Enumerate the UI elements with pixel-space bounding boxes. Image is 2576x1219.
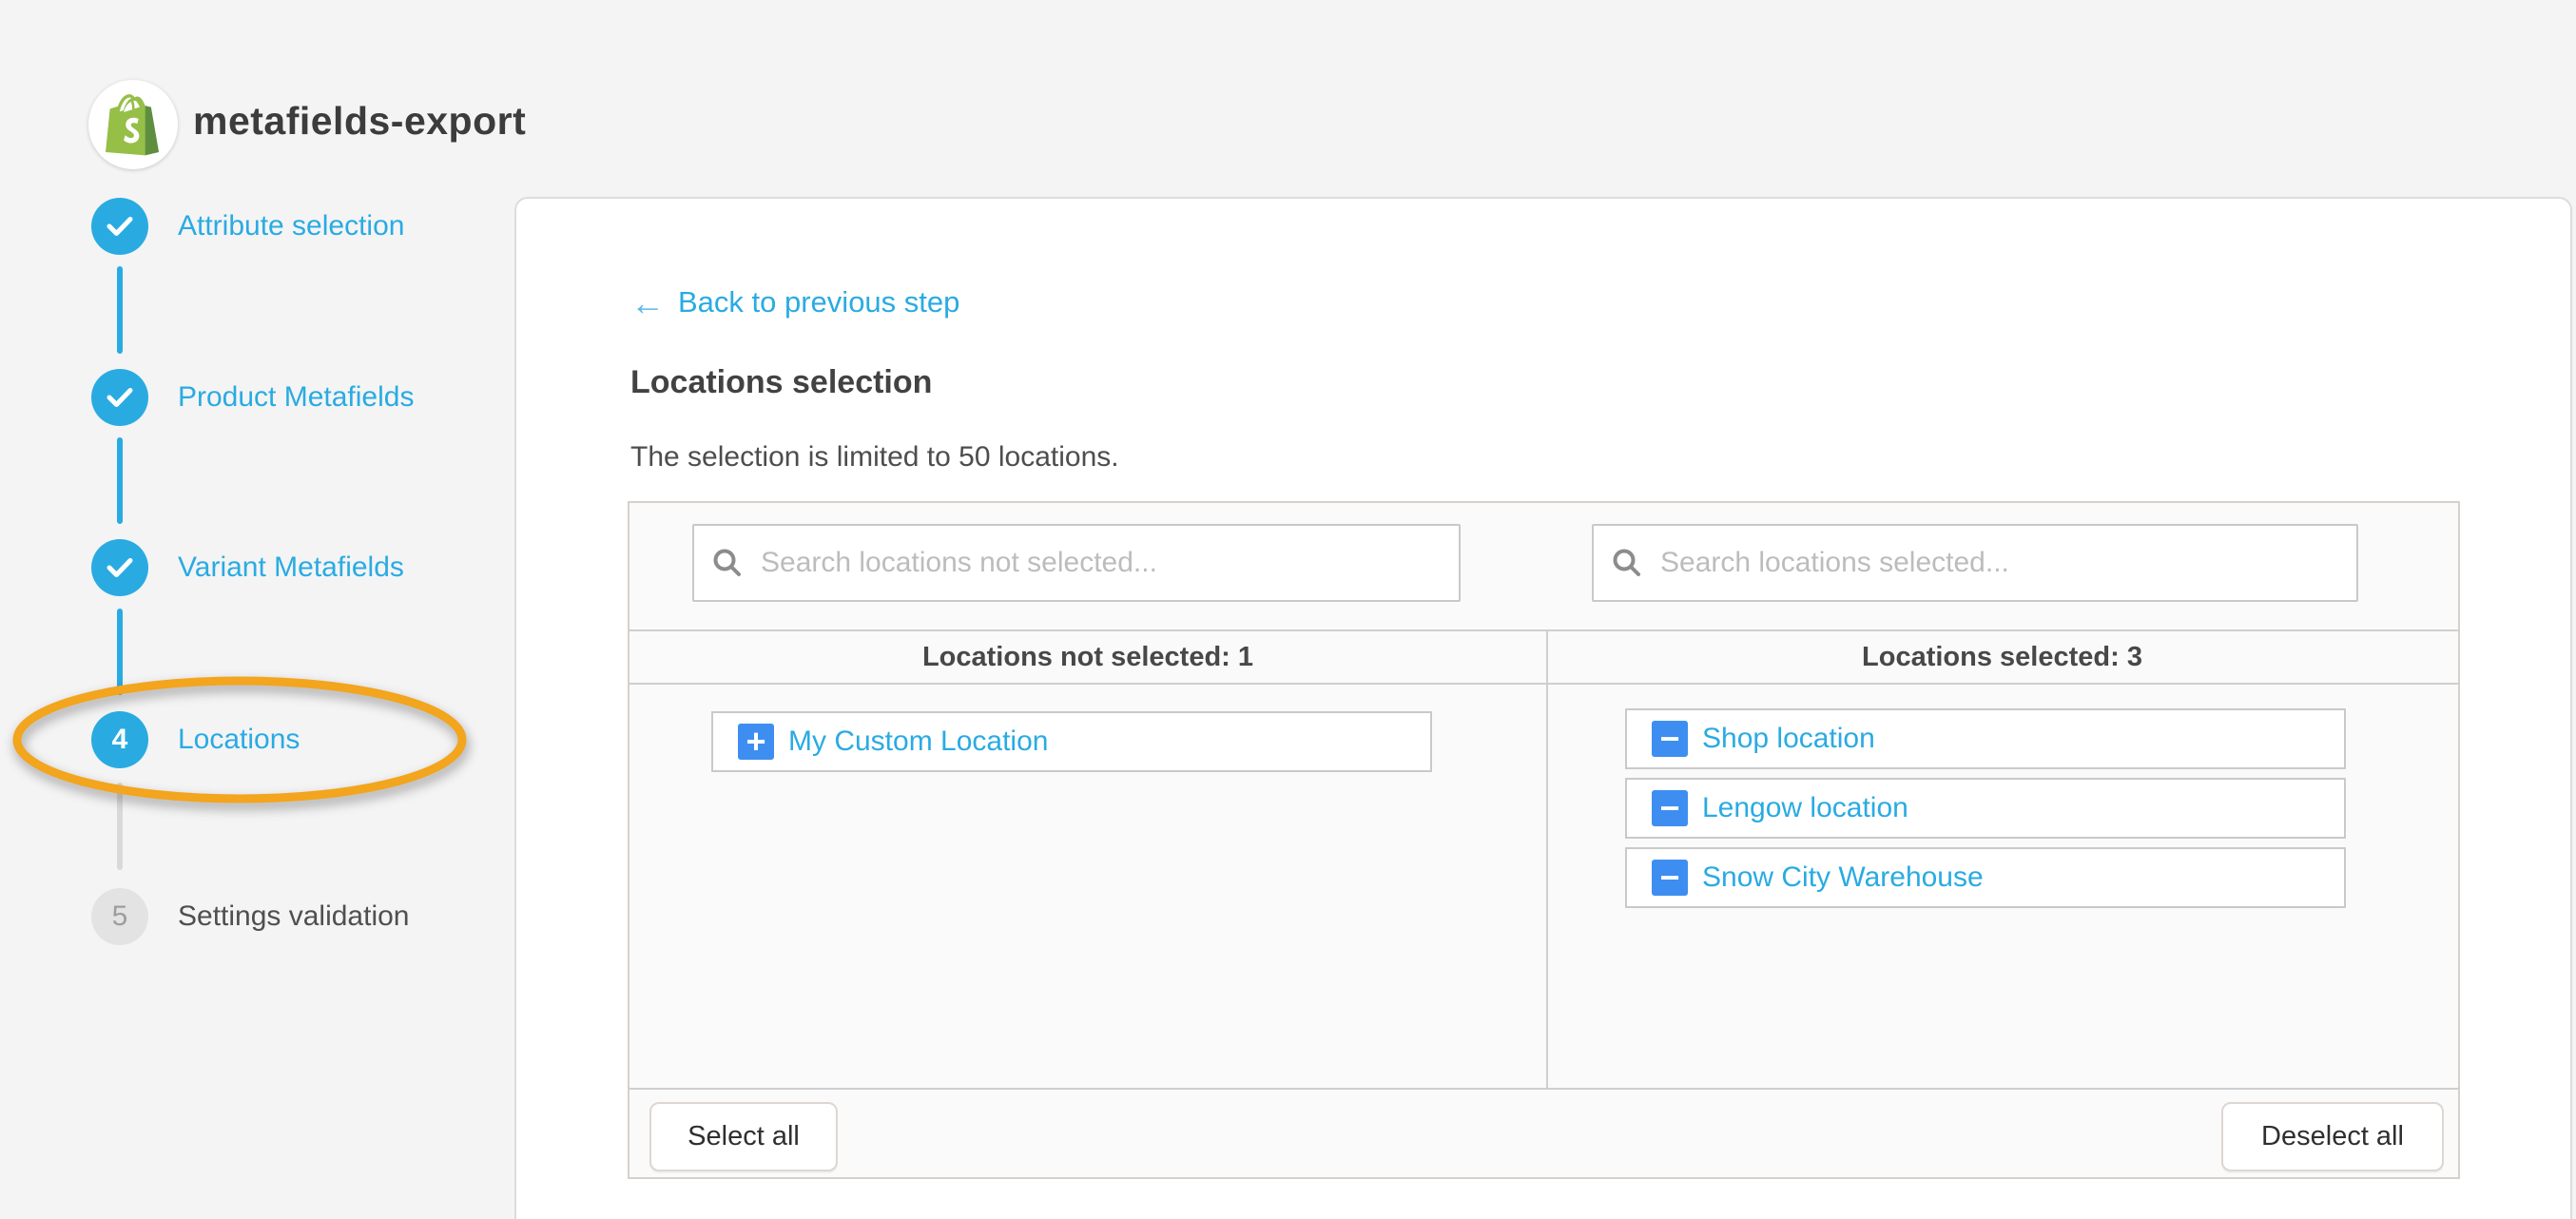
step-label: Variant Metafields bbox=[178, 551, 404, 584]
check-icon bbox=[107, 387, 133, 408]
step-connector-1-2 bbox=[117, 266, 123, 354]
shopify-logo bbox=[88, 80, 178, 169]
step-connector-2-3 bbox=[117, 437, 123, 524]
search-selected-box bbox=[1592, 524, 2358, 602]
check-icon bbox=[107, 557, 133, 578]
page-title: metafields-export bbox=[193, 99, 526, 144]
location-label: Snow City Warehouse bbox=[1702, 861, 1984, 894]
location-row-my-custom-location[interactable]: + My Custom Location bbox=[711, 711, 1432, 772]
location-label: Shop location bbox=[1702, 723, 1875, 755]
sidebar-step-variant-metafields[interactable]: Variant Metafields bbox=[91, 539, 404, 596]
location-label: Lengow location bbox=[1702, 792, 1908, 824]
select-all-button[interactable]: Select all bbox=[649, 1102, 838, 1171]
not-selected-header: Locations not selected: 1 bbox=[629, 631, 1546, 683]
location-label: My Custom Location bbox=[788, 726, 1048, 758]
check-icon bbox=[107, 216, 133, 237]
back-link-label: Back to previous step bbox=[678, 285, 959, 319]
transfer-footer: Select all Deselect all bbox=[629, 1088, 2458, 1177]
back-to-previous-step-link[interactable]: ← Back to previous step bbox=[630, 285, 959, 319]
column-divider bbox=[1546, 629, 1548, 1088]
search-selected-input[interactable] bbox=[1658, 546, 2339, 580]
remove-icon[interactable]: − bbox=[1652, 721, 1688, 757]
step-current-circle: 4 bbox=[91, 711, 148, 768]
step-connector-4-5 bbox=[117, 783, 123, 870]
step-pending-circle: 5 bbox=[91, 888, 148, 945]
search-row bbox=[629, 503, 2458, 629]
location-row-snow-city-warehouse[interactable]: − Snow City Warehouse bbox=[1625, 847, 2346, 908]
step-label: Product Metafields bbox=[178, 381, 414, 414]
selection-limit-note: The selection is limited to 50 locations… bbox=[630, 441, 1119, 474]
step-number: 5 bbox=[112, 900, 128, 933]
search-not-selected-input[interactable] bbox=[759, 546, 1442, 580]
sidebar-step-product-metafields[interactable]: Product Metafields bbox=[91, 369, 414, 426]
selected-header: Locations selected: 3 bbox=[1546, 631, 2458, 683]
shopify-bag-icon bbox=[106, 93, 161, 156]
remove-icon[interactable]: − bbox=[1652, 860, 1688, 896]
column-headers: Locations not selected: 1 Locations sele… bbox=[629, 629, 2458, 685]
sidebar-step-settings-validation: 5 Settings validation bbox=[91, 888, 410, 945]
search-not-selected-box bbox=[692, 524, 1461, 602]
add-icon[interactable]: + bbox=[738, 724, 774, 760]
search-icon bbox=[1611, 547, 1643, 579]
search-icon bbox=[711, 547, 744, 579]
step-done-circle bbox=[91, 369, 148, 426]
step-label: Locations bbox=[178, 724, 300, 756]
step-label: Settings validation bbox=[178, 900, 410, 933]
step-number: 4 bbox=[112, 724, 128, 756]
locations-transfer-table: Locations not selected: 1 Locations sele… bbox=[628, 501, 2460, 1179]
sidebar-step-locations[interactable]: 4 Locations bbox=[91, 711, 300, 768]
step-done-circle bbox=[91, 198, 148, 255]
deselect-all-button[interactable]: Deselect all bbox=[2221, 1102, 2444, 1171]
step-done-circle bbox=[91, 539, 148, 596]
step-label: Attribute selection bbox=[178, 210, 404, 242]
back-arrow-icon: ← bbox=[630, 288, 665, 318]
app-root: metafields-export Attribute selection Pr… bbox=[0, 0, 2576, 1219]
section-heading: Locations selection bbox=[630, 364, 932, 401]
sidebar-step-attribute-selection[interactable]: Attribute selection bbox=[91, 198, 404, 255]
location-row-shop-location[interactable]: − Shop location bbox=[1625, 708, 2346, 769]
remove-icon[interactable]: − bbox=[1652, 790, 1688, 826]
step-connector-3-4 bbox=[117, 609, 123, 695]
location-row-lengow-location[interactable]: − Lengow location bbox=[1625, 778, 2346, 839]
